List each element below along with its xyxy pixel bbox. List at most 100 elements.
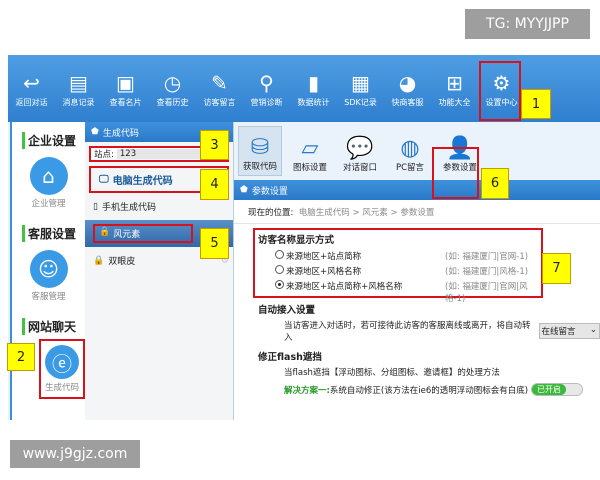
watermark-bottom: www.j9gjz.com — [10, 440, 140, 468]
option-label: 来源地区+站点简称+风格名称 — [286, 282, 403, 292]
option-label: 来源地区+风格名称 — [286, 267, 362, 277]
sidebar-item-agents[interactable]: ☺ 客服管理 — [12, 250, 85, 302]
section-title: 网站聊天 — [22, 318, 85, 335]
tab-3[interactable]: ◍ PC留言 — [388, 126, 432, 176]
sidebar-item-label: 企业管理 — [31, 199, 66, 209]
item-label: 双眼皮 — [108, 257, 136, 267]
highlight-settings — [479, 61, 521, 121]
panel-header: ⬟ 参数设置 — [234, 180, 600, 200]
panel-title: 参数设置 — [251, 186, 288, 197]
option-example: (如: 福建厦门|风格-1) — [445, 267, 529, 277]
section-title: 客服设置 — [22, 225, 85, 242]
watermark-top: TG: MYYJJPP — [465, 9, 590, 39]
sidebar-item-gencode[interactable]: ⓔ 生成代码 — [39, 339, 85, 399]
site-label: 站点: — [94, 150, 114, 160]
name-option[interactable]: 来源地区+站点简称+风格名称 (如: 福建厦门|官网|风格-1) — [275, 280, 541, 304]
diagnosis-icon: ⚲ — [259, 71, 274, 95]
message-icon: ▤ — [69, 71, 88, 95]
headset-icon: ◕ — [398, 71, 417, 95]
toolbar-label: 功能大全 — [438, 98, 471, 107]
toolbar-button-4[interactable]: ✎ 访客留言 — [196, 55, 243, 122]
tab-1[interactable]: ▱ 图标设置 — [288, 126, 332, 176]
annotation-5: 5 — [200, 228, 229, 259]
lock-icon: 🔒 — [93, 255, 105, 266]
option-example: (如: 福建厦门|官网|风格-1) — [445, 282, 528, 304]
annotation-6: 6 — [481, 168, 509, 199]
group-title: 自动接入设置 — [258, 305, 316, 316]
annotation-2: 2 — [7, 343, 35, 371]
clipboard-icon: ▦ — [351, 71, 370, 95]
agent-icon: ☺ — [29, 250, 68, 288]
back-arrow-icon: ↩ — [23, 71, 40, 95]
home-icon: ⌂ — [29, 157, 68, 195]
browser-icon: ⓔ — [45, 345, 79, 379]
sidebar: 企业设置 ⌂ 企业管理 客服设置 ☺ 客服管理 网站聊天 ⓔ 生成代码 — [10, 122, 85, 420]
monitor-icon: 🖵 — [99, 174, 109, 185]
tab-2[interactable]: 💬 对话窗口 — [338, 126, 382, 176]
transfer-select[interactable]: 在线留言 ⌄ — [538, 323, 600, 339]
toolbar-button-8[interactable]: ◕ 快商客服 — [384, 55, 431, 122]
toolbar-button-9[interactable]: ⊞ 功能大全 — [431, 55, 478, 122]
group-title: 修正flash遮挡 — [258, 352, 322, 363]
group-title: 访客名称显示方式 — [258, 235, 335, 246]
toolbar-button-7[interactable]: ▦ SDK记录 — [337, 55, 384, 122]
grid-icon: ⊞ — [446, 71, 463, 95]
option-example: (如: 福建厦门|官网-1) — [445, 252, 529, 262]
lock-icon: 🔒 — [99, 227, 111, 237]
toolbar-button-6[interactable]: ▮ 数据统计 — [290, 55, 337, 122]
toolbar-label: 访客留言 — [203, 98, 236, 107]
toolbar-label: 数据统计 — [297, 98, 330, 107]
toolbar-label: 查看名片 — [109, 98, 142, 107]
toolbar-button-0[interactable]: ↩ 返回对话 — [8, 55, 55, 122]
toolbar-label: 返回对话 — [15, 98, 48, 107]
flash-text: 当flash遮挡【浮动图标、分组图标、邀请框】的处理方法 — [284, 368, 500, 378]
radio-button[interactable] — [275, 250, 284, 259]
clock-icon: ◷ — [163, 71, 182, 95]
highlight-param-tab — [432, 147, 479, 199]
database-icon: ⛁ — [250, 135, 270, 160]
chevron-down-icon: ⌄ — [589, 325, 597, 335]
tab-0[interactable]: ⛁ 获取代码 — [238, 126, 282, 176]
sidebar-item-company[interactable]: ⌂ 企业管理 — [12, 157, 85, 209]
item-label: 风元素 — [113, 230, 141, 240]
solution-label: 解决方案一: — [284, 385, 330, 396]
radio-button[interactable] — [275, 265, 284, 274]
toolbar-label: 营销诊断 — [250, 98, 283, 107]
radio-button[interactable] — [275, 280, 284, 289]
select-value: 在线留言 — [541, 327, 576, 337]
breadcrumb: 现在的位置: 电脑生成代码 > 风元素 > 参数设置 — [234, 200, 600, 224]
breadcrumb-path: 电脑生成代码 > 风元素 > 参数设置 — [298, 207, 435, 218]
toolbar-button-5[interactable]: ⚲ 营销诊断 — [243, 55, 290, 122]
toolbar-button-2[interactable]: ▣ 查看名片 — [102, 55, 149, 122]
pc-message-icon: ◍ — [400, 136, 420, 161]
tab-label: PC留言 — [395, 163, 425, 173]
edit-icon: ✎ — [211, 71, 228, 95]
section-title: 企业设置 — [22, 132, 85, 149]
annotation-7: 7 — [542, 253, 571, 284]
tab-label: 获取代码 — [242, 162, 277, 172]
solution-toggle[interactable]: 已开启 — [531, 383, 584, 396]
option-label: 来源地区+站点简称 — [286, 252, 362, 262]
toolbar-button-1[interactable]: ▤ 消息记录 — [55, 55, 102, 122]
toolbar-label: 快商客服 — [391, 98, 424, 107]
annotation-4: 4 — [200, 169, 229, 200]
item-label: 电脑生成代码 — [112, 176, 173, 187]
name-option[interactable]: 来源地区+站点简称 (如: 福建厦门|官网-1) — [275, 250, 541, 262]
chat-window-icon: 💬 — [346, 136, 374, 161]
breadcrumb-label: 现在的位置: — [248, 207, 294, 218]
card-icon: ▣ — [116, 71, 135, 95]
toolbar-label: 查看历史 — [156, 98, 189, 107]
bar-chart-icon: ▮ — [307, 71, 319, 95]
annotation-1: 1 — [521, 89, 551, 119]
phone-icon: ▯ — [93, 201, 98, 212]
shirt-icon: ⬟ — [240, 185, 248, 195]
item-label: 手机生成代码 — [101, 203, 156, 213]
toolbar-label: 消息记录 — [62, 98, 95, 107]
code-panel: ⬟生成代码 站点: 123⌄ 🖵电脑生成代码 ▯手机生成代码 🔒风元素 🔒双眼皮… — [85, 122, 233, 420]
toolbar-button-3[interactable]: ◷ 查看历史 — [149, 55, 196, 122]
solution-text: 系统自动修正(该方法在ie6的透明浮动图标会有白底) — [329, 385, 529, 396]
name-display-group: 访客名称显示方式 来源地区+站点简称 (如: 福建厦门|官网-1) 来源地区+风格名… — [253, 228, 543, 304]
tab-bar: ⛁ 获取代码 ▱ 图标设置 💬 对话窗口 ◍ PC留言 👤 参数设置 — [234, 122, 600, 180]
name-option[interactable]: 来源地区+风格名称 (如: 福建厦门|风格-1) — [275, 265, 541, 277]
sidebar-item-label: 客服管理 — [31, 292, 66, 302]
